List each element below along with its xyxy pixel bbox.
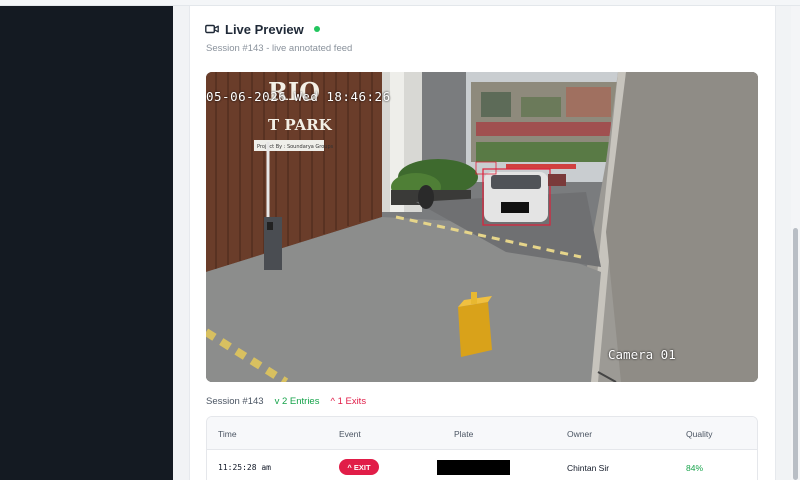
event-exit-badge: ^ EXIT <box>339 459 379 475</box>
video-timestamp: 05-06-2026 Wed 18:46:26 <box>206 89 391 104</box>
sign-park-text: T PARK <box>268 116 333 134</box>
camera-frame: RIO T PARK Project By : Soundarya Groups <box>206 72 758 382</box>
camera-label: Camera 01 <box>608 347 676 362</box>
stat-session: Session #143 <box>206 396 264 407</box>
column-header-owner[interactable]: Owner <box>567 429 592 439</box>
column-header-quality[interactable]: Quality <box>686 429 712 439</box>
stat-exits: ^ 1 Exits <box>330 396 367 407</box>
events-table: Time Event Plate Owner Quality 11:25:28 … <box>206 416 758 480</box>
table-row[interactable]: 11:25:28 am ^ EXIT Chintan Sir 84% <box>207 450 757 480</box>
preview-subtitle: Session #143 - live annotated feed <box>206 43 353 54</box>
page-title: Live Preview <box>225 21 304 37</box>
preview-header: Live Preview <box>205 20 320 38</box>
cell-quality: 84% <box>686 463 704 473</box>
live-status-dot <box>313 26 320 32</box>
live-video-feed[interactable]: RIO T PARK Project By : Soundarya Groups… <box>206 72 758 382</box>
plate-redacted <box>437 460 510 475</box>
cell-time: 11:25:28 am <box>218 463 271 472</box>
session-stats: Session #143 v 2 Entries ^ 1 Exits <box>206 396 366 407</box>
column-header-time[interactable]: Time <box>218 429 237 439</box>
table-header: Time Event Plate Owner Quality <box>207 417 757 450</box>
stat-entries: v 2 Entries <box>274 396 320 407</box>
video-camera-icon <box>205 24 219 34</box>
scrollbar-thumb[interactable] <box>793 228 798 480</box>
sidebar <box>0 6 173 480</box>
column-header-event[interactable]: Event <box>339 429 361 439</box>
cell-owner: Chintan Sir <box>567 463 610 473</box>
column-header-plate[interactable]: Plate <box>454 429 473 439</box>
